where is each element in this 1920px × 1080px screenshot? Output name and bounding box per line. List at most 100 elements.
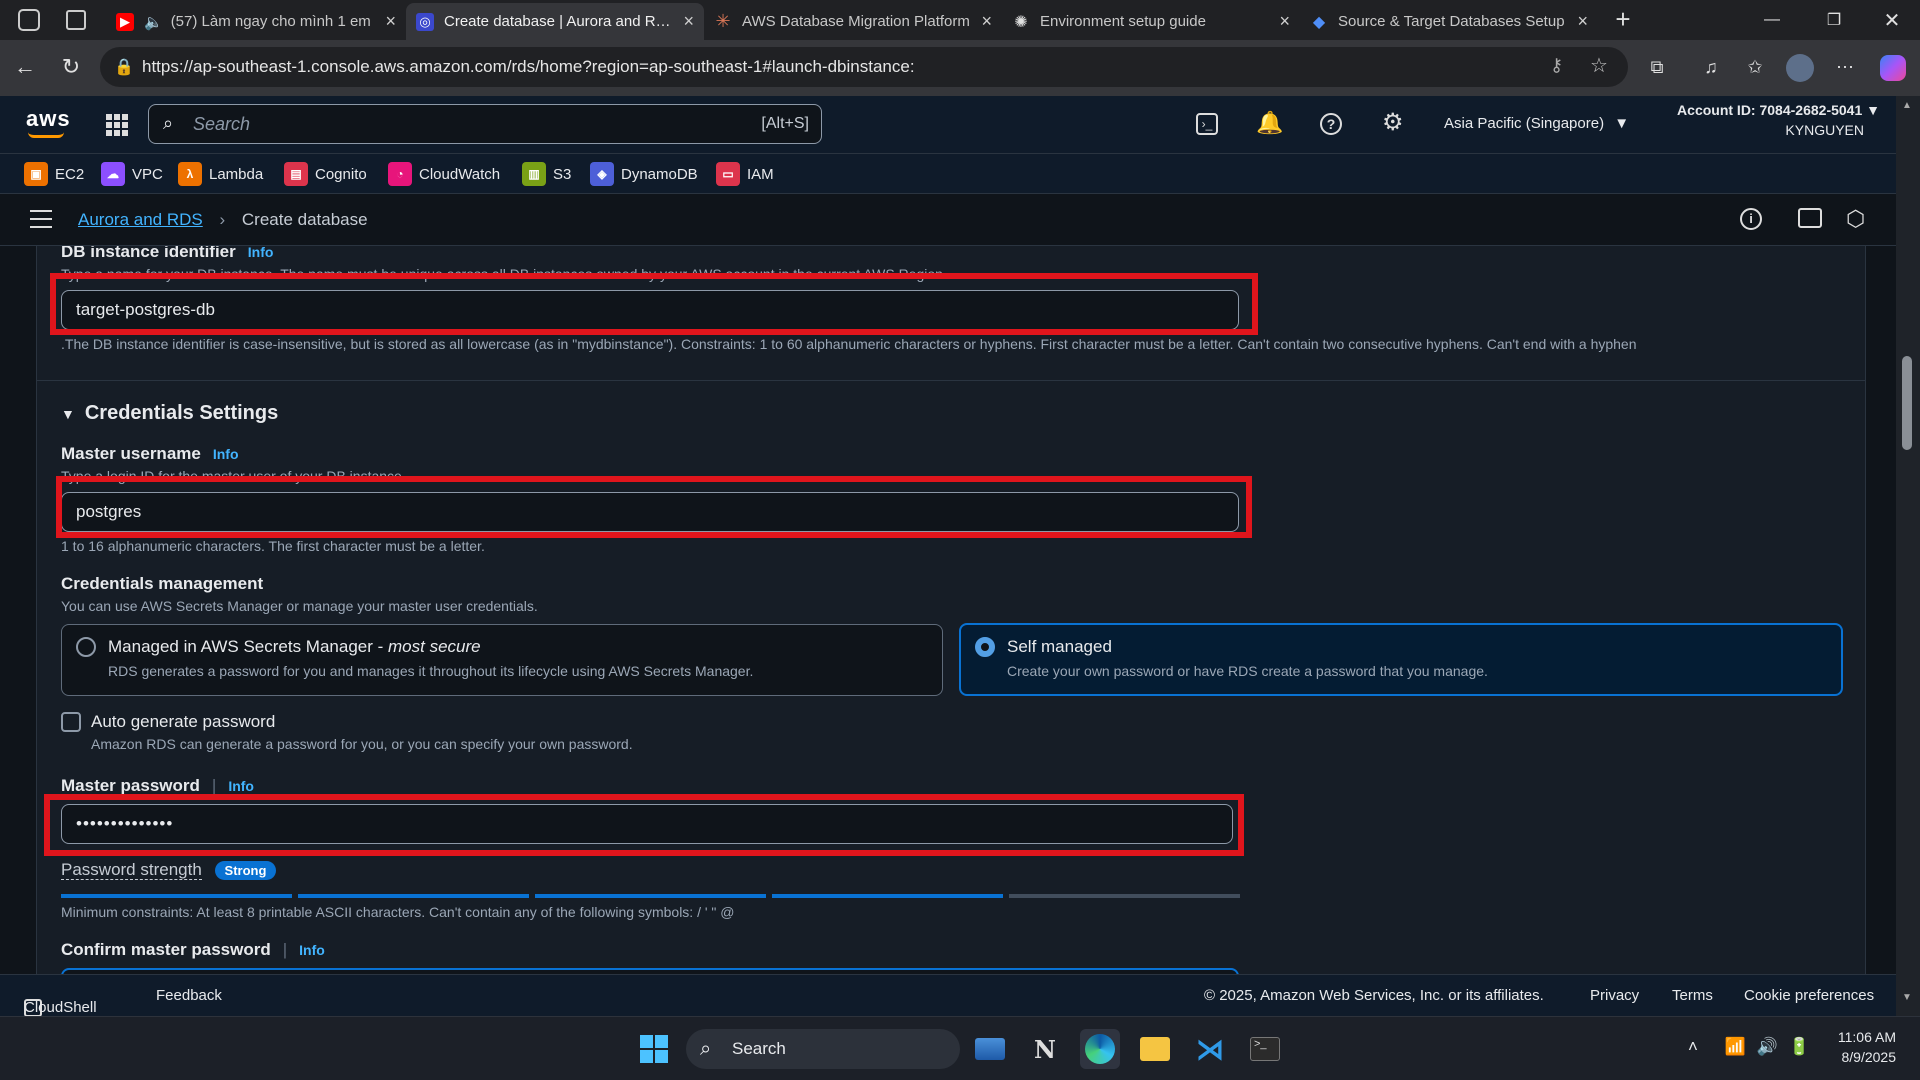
close-icon[interactable]: × (981, 11, 992, 32)
terminal-icon[interactable]: >_ (1245, 1029, 1285, 1069)
extensions-icon[interactable]: ⧉ (1638, 48, 1676, 86)
favorite-dynamodb[interactable]: ◈ DynamoDB (590, 162, 698, 186)
speaker-icon[interactable]: 🔈 (144, 13, 163, 31)
close-icon[interactable]: × (1279, 11, 1290, 32)
browser-tab-claude[interactable]: ✳ AWS Database Migration Platform × (704, 3, 1002, 40)
radio-secrets-manager[interactable] (76, 637, 96, 657)
search-icon: ⌕ (700, 1038, 712, 1060)
workspaces-icon[interactable] (18, 9, 40, 31)
refresh-icon[interactable]: ↻ (52, 48, 90, 86)
favorites-bar: ▣ EC2 ☁ VPC λ Lambda ▤ Cognito ◔ CloudWatch ▥… (0, 154, 1896, 194)
url-field[interactable]: 🔒 https://ap-southeast-1.console.aws.ama… (100, 47, 1628, 87)
master-username-input[interactable]: postgres (61, 492, 1239, 532)
db-identifier-input[interactable]: target-postgres-db (61, 290, 1239, 330)
favorite-cloudwatch[interactable]: ◔ CloudWatch (388, 162, 500, 186)
media-icon[interactable]: ♫ (1692, 48, 1730, 86)
favorite-lambda[interactable]: λ Lambda (178, 162, 263, 186)
option-secrets-manager[interactable]: Managed in AWS Secrets Manager - most se… (61, 624, 943, 696)
aws-logo[interactable]: aws (26, 106, 71, 132)
settings-icon[interactable]: ⚙ (1382, 108, 1404, 137)
privacy-link[interactable]: Privacy (1590, 987, 1639, 1004)
aws-header: aws ⌕ Search [Alt+S] ›_ 🔔 ? ⚙ Asia Pacif… (0, 96, 1896, 154)
browser-tab-gemini[interactable]: ◆ Source & Target Databases Setup × (1300, 3, 1598, 40)
scroll-thumb[interactable] (1902, 356, 1912, 450)
breadcrumb-aurora-rds[interactable]: Aurora and RDS (78, 210, 203, 229)
volume-icon[interactable]: 🔊 (1757, 1037, 1778, 1056)
favorite-label: CloudWatch (419, 165, 501, 183)
favorite-cognito[interactable]: ▤ Cognito (284, 162, 367, 186)
photos-icon[interactable] (970, 1029, 1010, 1069)
security-panel-icon[interactable]: ⬡ (1846, 206, 1865, 232)
page-scrollbar[interactable]: ▲ ▼ (1896, 96, 1920, 1016)
favorites-icon[interactable]: ✩ (1736, 48, 1774, 86)
master-password-input[interactable]: •••••••••••••• (61, 804, 1233, 844)
region-selector[interactable]: Asia Pacific (Singapore) ▼ (1444, 115, 1629, 132)
wifi-icon[interactable]: 📶 (1725, 1037, 1746, 1056)
search-icon: ⌕ (163, 113, 174, 133)
site-info-icon[interactable]: 🔒 (114, 57, 134, 77)
browser-tab-youtube[interactable]: ▶ 🔈 (57) Làm ngay cho mình 1 em × (106, 3, 406, 40)
key-icon[interactable]: ⚷ (1550, 55, 1563, 76)
account-menu[interactable]: Account ID: 7084-2682-5041 ▼ KYNGUYEN (1654, 102, 1880, 138)
confirm-password-info-link[interactable]: Info (299, 942, 325, 958)
radio-self-managed[interactable] (975, 637, 995, 657)
battery-icon[interactable]: 🔋 (1788, 1037, 1809, 1056)
option-self-managed[interactable]: Self managed Create your own password or… (959, 623, 1843, 696)
info-panel-icon[interactable]: i (1740, 208, 1762, 230)
file-explorer-icon[interactable] (1135, 1029, 1175, 1069)
cookie-preferences-link[interactable]: Cookie preferences (1744, 987, 1874, 1004)
scroll-down-arrow[interactable]: ▼ (1902, 992, 1912, 1003)
close-icon[interactable]: × (1577, 11, 1588, 32)
favorite-star-icon[interactable]: ☆ (1590, 53, 1608, 78)
db-identifier-description: Type a name for your DB instance. The na… (61, 266, 947, 282)
close-icon[interactable]: × (385, 11, 396, 32)
close-window-button[interactable]: ✕ (1864, 0, 1920, 40)
main-content: DB instance identifier Info Type a name f… (0, 246, 1896, 974)
browser-tab-chatgpt[interactable]: ✺ Environment setup guide × (1002, 3, 1300, 40)
more-icon[interactable]: ⋯ (1826, 48, 1864, 86)
option-description: RDS generates a password for you and man… (108, 663, 754, 679)
copilot-icon[interactable] (1880, 55, 1906, 81)
services-grid-icon[interactable] (106, 114, 128, 136)
auto-generate-checkbox[interactable] (61, 712, 81, 732)
search-input[interactable]: ⌕ Search [Alt+S] (148, 104, 822, 144)
scroll-up-arrow[interactable]: ▲ (1902, 100, 1912, 111)
back-icon[interactable]: ← (6, 48, 44, 86)
cloudshell-icon[interactable]: ›_ (1196, 113, 1218, 135)
new-tab-button[interactable]: + (1608, 4, 1638, 36)
search-shortcut: [Alt+S] (761, 115, 809, 132)
vscode-icon[interactable]: ⋊ (1190, 1029, 1230, 1069)
taskbar-search[interactable]: ⌕ Search (686, 1029, 960, 1069)
notion-icon[interactable]: N (1025, 1029, 1065, 1069)
favorite-ec2[interactable]: ▣ EC2 (24, 162, 84, 186)
db-identifier-info-link[interactable]: Info (248, 246, 274, 260)
credentials-section-header[interactable]: ▼ Credentials Settings (61, 402, 278, 425)
tab-actions-icon[interactable] (66, 10, 86, 30)
tutorial-panel-icon[interactable] (1798, 208, 1822, 228)
master-password-info-link[interactable]: Info (228, 778, 254, 794)
favorite-iam[interactable]: ▭ IAM (716, 162, 774, 186)
close-icon[interactable]: × (683, 11, 694, 32)
edge-icon[interactable] (1080, 1029, 1120, 1069)
browser-tab-rds[interactable]: ◎ Create database | Aurora and RDS × (406, 3, 704, 40)
master-username-value: postgres (76, 502, 142, 521)
feedback-link[interactable]: Feedback (156, 987, 222, 1004)
taskbar-clock[interactable]: 11:06 AM 8/9/2025 (1830, 1029, 1896, 1065)
profile-avatar[interactable] (1786, 54, 1814, 82)
master-username-constraint: 1 to 16 alphanumeric characters. The fir… (61, 538, 485, 554)
restore-button[interactable]: ❐ (1806, 0, 1862, 40)
auto-generate-label[interactable]: Auto generate password (91, 712, 275, 732)
favorite-s3[interactable]: ▥ S3 (522, 162, 571, 186)
start-icon[interactable] (634, 1029, 674, 1069)
terms-link[interactable]: Terms (1672, 987, 1713, 1004)
s3-icon: ▥ (522, 162, 546, 186)
notifications-icon[interactable]: 🔔 (1256, 110, 1283, 136)
minimize-button[interactable]: — (1744, 0, 1800, 40)
tray-chevron-icon[interactable]: ˄ (1688, 1037, 1698, 1056)
favorite-vpc[interactable]: ☁ VPC (101, 162, 163, 186)
iam-icon: ▭ (716, 162, 740, 186)
help-icon[interactable]: ? (1320, 113, 1342, 135)
tab-title: (57) Làm ngay cho mình 1 em (170, 13, 371, 30)
hamburger-menu-icon[interactable] (30, 210, 52, 228)
master-username-info-link[interactable]: Info (213, 446, 239, 462)
